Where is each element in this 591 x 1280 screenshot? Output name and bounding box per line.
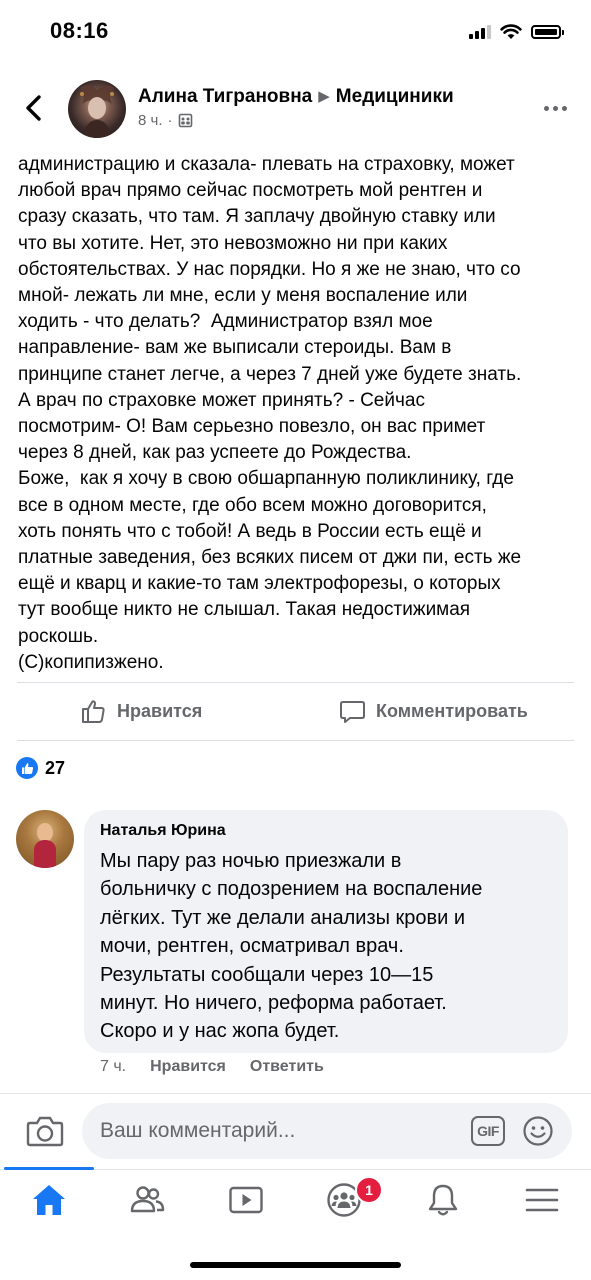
- battery-icon: [531, 25, 564, 39]
- author-avatar[interactable]: [68, 80, 126, 138]
- post-text: администрацию и сказала- плевать на стра…: [18, 154, 522, 673]
- comment-reply-button[interactable]: Ответить: [250, 1058, 324, 1076]
- watch-icon[interactable]: [228, 1182, 264, 1218]
- like-reaction-icon: [16, 757, 38, 779]
- comment-text: Мы пару раз ночью приезжали в больничку …: [100, 850, 483, 1043]
- post-meta: 8 ч. ·: [138, 112, 193, 129]
- divider: [17, 740, 574, 741]
- reaction-count: 27: [45, 757, 66, 778]
- divider: [0, 1093, 591, 1094]
- divider: [17, 682, 574, 683]
- status-icons: [469, 22, 564, 42]
- comment-icon: [340, 701, 365, 723]
- comment-placeholder: Ваш комментарий...: [100, 1119, 296, 1142]
- like-label: Нравится: [117, 701, 203, 721]
- comment-like-button[interactable]: Нравится: [150, 1058, 226, 1076]
- more-icon[interactable]: [544, 106, 567, 111]
- emoji-icon[interactable]: [522, 1115, 554, 1147]
- like-button[interactable]: Нравится: [80, 698, 202, 725]
- reactions-summary[interactable]: 27: [16, 757, 65, 779]
- status-time: 08:16: [50, 18, 109, 43]
- gif-icon[interactable]: GIF: [471, 1116, 505, 1146]
- home-icon[interactable]: [31, 1182, 67, 1218]
- like-icon: [82, 700, 105, 723]
- comment-label: Комментировать: [376, 701, 528, 721]
- cellular-signal-icon: [469, 25, 491, 39]
- menu-icon[interactable]: [524, 1182, 560, 1218]
- meta-separator: ·: [167, 112, 173, 129]
- comment-button[interactable]: Комментировать: [339, 698, 528, 725]
- audience-icon: [178, 113, 192, 128]
- notifications-icon[interactable]: [425, 1182, 461, 1218]
- post-title: Алина Тиграновна ▶ Медициники: [138, 86, 454, 108]
- arrow-right-icon: ▶: [318, 88, 330, 105]
- comment-actions: 7 ч. Нравится Ответить: [100, 1058, 324, 1076]
- friends-icon[interactable]: [129, 1182, 165, 1218]
- commenter-avatar[interactable]: [16, 810, 74, 868]
- post-time[interactable]: 8 ч.: [138, 112, 163, 129]
- commenter-name[interactable]: Наталья Юрина: [100, 822, 226, 840]
- active-tab-indicator: [4, 1167, 94, 1170]
- group-name[interactable]: Медициники: [336, 86, 454, 107]
- wifi-icon: [500, 24, 522, 39]
- camera-icon[interactable]: [26, 1113, 64, 1149]
- author-name[interactable]: Алина Тиграновна: [138, 86, 312, 107]
- back-icon[interactable]: [20, 92, 48, 124]
- home-indicator: [190, 1262, 401, 1268]
- groups-notification-badge: 1: [355, 1176, 383, 1204]
- comment-time[interactable]: 7 ч.: [100, 1058, 126, 1076]
